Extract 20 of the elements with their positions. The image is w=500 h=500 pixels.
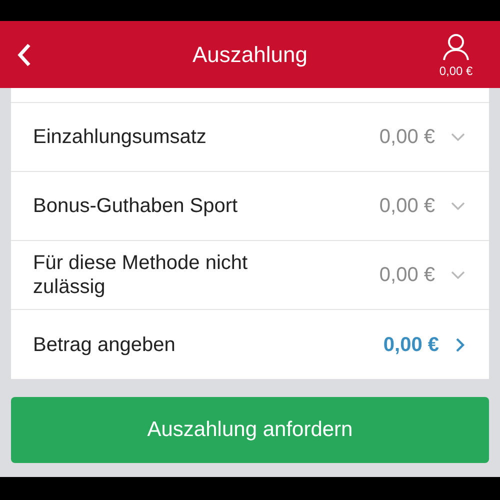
amount-row[interactable]: Für diese Methode nicht zulässig 0,00 € <box>11 241 489 310</box>
back-icon <box>16 42 32 68</box>
row-label: Betrag angeben <box>33 332 176 356</box>
row-value: 0,00 € <box>383 332 439 358</box>
chevron-down-icon <box>451 270 465 280</box>
row-label: Für diese Methode nicht zulässig <box>33 251 249 299</box>
chevron-down-icon <box>451 132 465 142</box>
account-button[interactable]: 0,00 € <box>428 32 484 76</box>
amount-row[interactable]: Bonus-Guthaben Sport 0,00 € <box>11 172 489 241</box>
amount-row[interactable]: Betrag angeben 0,00 € <box>11 310 489 379</box>
page-title: Auszahlung <box>192 41 308 69</box>
user-icon <box>442 32 470 60</box>
row-label: Bonus-Guthaben Sport <box>33 194 239 218</box>
row-value: 0,00 € <box>379 194 435 219</box>
row-value: 0,00 € <box>379 263 435 288</box>
row-value: 0,00 € <box>379 125 435 150</box>
row-label: Einzahlungsumsatz <box>33 125 208 149</box>
chevron-down-icon <box>451 202 465 210</box>
chevron-right-icon <box>455 336 465 352</box>
amount-row[interactable]: Einzahlungsumsatz 0,00 € <box>11 103 489 172</box>
